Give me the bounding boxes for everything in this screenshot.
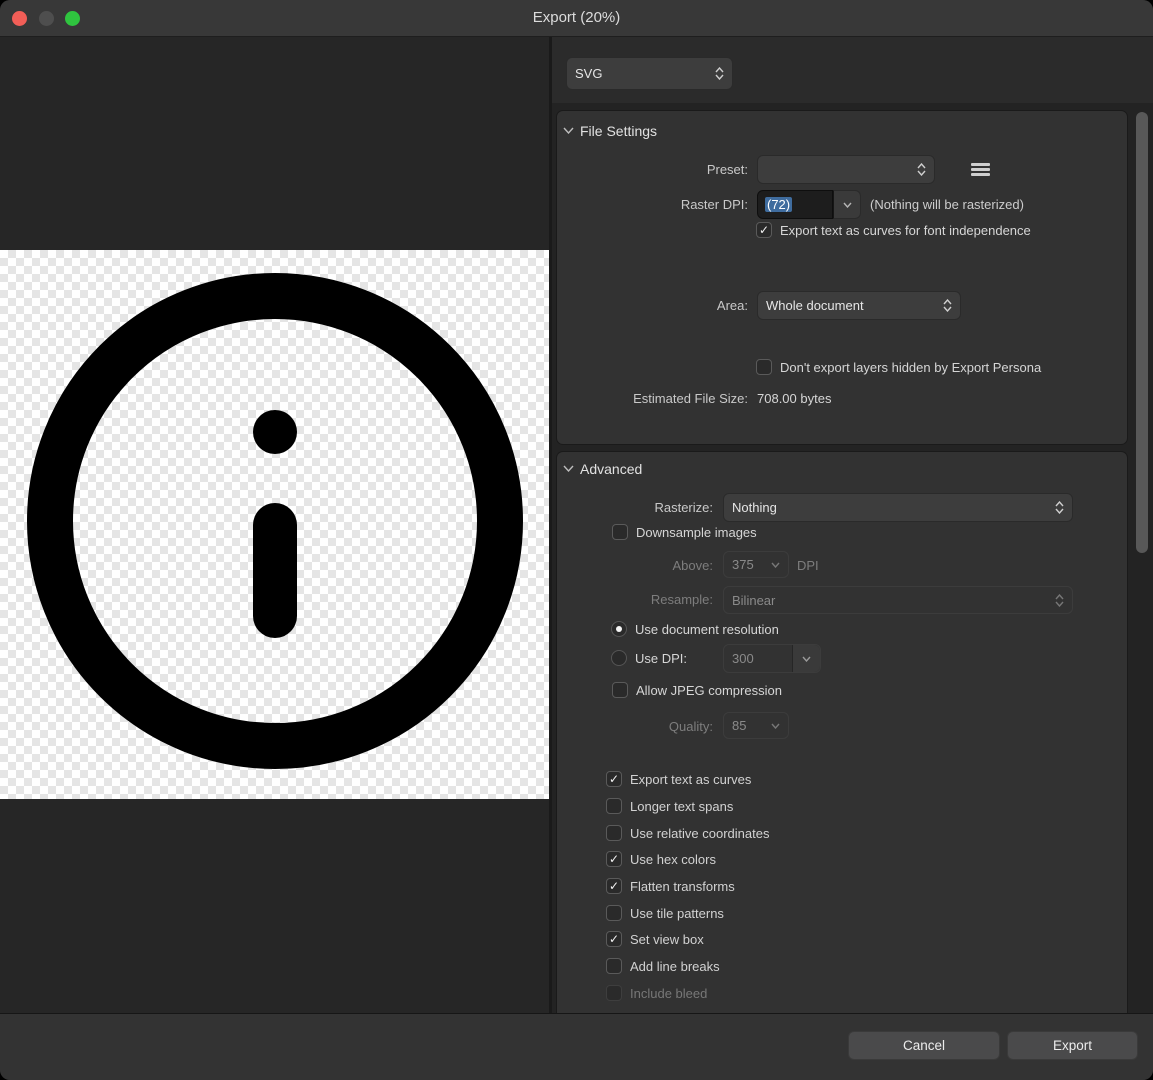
- advanced-collapse-icon[interactable]: [563, 465, 574, 472]
- preset-label: Preset:: [600, 162, 748, 177]
- downsample-images-label: Downsample images: [636, 525, 757, 540]
- stepper-chevrons-icon: [1055, 594, 1064, 607]
- quality-dropdown-value: 85: [732, 718, 771, 733]
- use-dpi-label: Use DPI:: [635, 651, 687, 666]
- checkbox-allow-jpeg-compression[interactable]: [612, 682, 628, 698]
- export-button[interactable]: Export: [1007, 1031, 1138, 1060]
- export-text-as-curves-label: Export text as curves: [630, 772, 751, 787]
- raster-dpi-label: Raster DPI:: [600, 197, 748, 212]
- above-dropdown: 375: [723, 551, 789, 578]
- dont-export-hidden-layers-label: Don't export layers hidden by Export Per…: [780, 360, 1041, 375]
- format-dropdown[interactable]: SVG: [566, 57, 733, 90]
- add-line-breaks-label: Add line breaks: [630, 959, 720, 974]
- raster-dpi-dropdown-arrow[interactable]: [833, 190, 861, 219]
- stepper-chevrons-icon: [917, 163, 926, 176]
- area-dropdown[interactable]: Whole document: [757, 291, 961, 320]
- flatten-transforms-label: Flatten transforms: [630, 879, 735, 894]
- radio-use-document-resolution[interactable]: [611, 621, 627, 637]
- raster-dpi-note: (Nothing will be rasterized): [870, 197, 1024, 212]
- resample-label: Resample:: [576, 592, 713, 607]
- longer-text-spans-label: Longer text spans: [630, 799, 733, 814]
- checkbox-downsample-images[interactable]: [612, 524, 628, 540]
- info-circle-icon: [0, 250, 549, 799]
- area-dropdown-value: Whole document: [766, 298, 937, 313]
- export-text-curves-font-label: Export text as curves for font independe…: [780, 223, 1031, 238]
- chevron-down-icon: [771, 562, 780, 568]
- chevron-down-icon: [771, 723, 780, 729]
- above-label: Above:: [576, 558, 713, 573]
- stepper-chevrons-icon: [715, 67, 724, 80]
- scrollbar-thumb[interactable]: [1136, 112, 1148, 553]
- transparency-checkerboard: [0, 250, 549, 799]
- above-dpi-suffix: DPI: [797, 558, 819, 573]
- checkbox-flatten-transforms[interactable]: [606, 878, 622, 894]
- rasterize-dropdown[interactable]: Nothing: [723, 493, 1073, 522]
- titlebar: Export (20%): [0, 0, 1153, 37]
- document-preview: [0, 37, 549, 1013]
- window-title: Export (20%): [0, 9, 1153, 26]
- export-dialog: Export (20%) SVG File Settings Preset:: [0, 0, 1153, 1080]
- area-label: Area:: [600, 298, 748, 313]
- resample-dropdown-value: Bilinear: [732, 593, 1049, 608]
- advanced-header[interactable]: Advanced: [580, 461, 642, 477]
- use-hex-colors-label: Use hex colors: [630, 852, 716, 867]
- checkbox-export-text-curves-font[interactable]: [756, 222, 772, 238]
- use-document-resolution-label: Use document resolution: [635, 622, 779, 637]
- checkbox-longer-text-spans[interactable]: [606, 798, 622, 814]
- rasterize-dropdown-value: Nothing: [732, 500, 1049, 515]
- use-tile-patterns-label: Use tile patterns: [630, 906, 724, 921]
- rasterize-label: Rasterize:: [576, 500, 713, 515]
- quality-label: Quality:: [576, 719, 713, 734]
- checkbox-use-hex-colors[interactable]: [606, 851, 622, 867]
- raster-dpi-selected-text: (72): [765, 197, 792, 212]
- estimated-file-size-label: Estimated File Size:: [600, 391, 748, 406]
- chevron-down-icon: [792, 645, 820, 672]
- above-dropdown-value: 375: [732, 557, 771, 572]
- checkbox-dont-export-hidden-layers[interactable]: [756, 359, 772, 375]
- allow-jpeg-compression-label: Allow JPEG compression: [636, 683, 782, 698]
- quality-dropdown: 85: [723, 712, 789, 739]
- use-dpi-dropdown-value: 300: [732, 651, 784, 666]
- use-relative-coordinates-label: Use relative coordinates: [630, 826, 769, 841]
- preset-menu-icon[interactable]: [971, 163, 990, 176]
- file-settings-collapse-icon[interactable]: [563, 127, 574, 134]
- checkbox-use-tile-patterns[interactable]: [606, 905, 622, 921]
- file-settings-header[interactable]: File Settings: [580, 123, 657, 139]
- estimated-file-size-value: 708.00 bytes: [757, 391, 831, 406]
- checkbox-set-view-box[interactable]: [606, 931, 622, 947]
- use-dpi-dropdown: 300: [723, 644, 821, 673]
- checkbox-add-line-breaks[interactable]: [606, 958, 622, 974]
- cancel-button[interactable]: Cancel: [848, 1031, 1000, 1060]
- checkbox-use-relative-coordinates[interactable]: [606, 825, 622, 841]
- stepper-chevrons-icon: [1055, 501, 1064, 514]
- checkbox-export-text-as-curves[interactable]: [606, 771, 622, 787]
- format-dropdown-value: SVG: [575, 66, 709, 81]
- resample-dropdown: Bilinear: [723, 586, 1073, 614]
- include-bleed-label: Include bleed: [630, 986, 707, 1001]
- checkbox-include-bleed: [606, 985, 622, 1001]
- radio-use-dpi[interactable]: [611, 650, 627, 666]
- stepper-chevrons-icon: [943, 299, 952, 312]
- preset-dropdown[interactable]: [757, 155, 935, 184]
- footer-bar: Cancel Export: [0, 1013, 1153, 1080]
- set-view-box-label: Set view box: [630, 932, 704, 947]
- raster-dpi-input[interactable]: (72): [757, 190, 833, 219]
